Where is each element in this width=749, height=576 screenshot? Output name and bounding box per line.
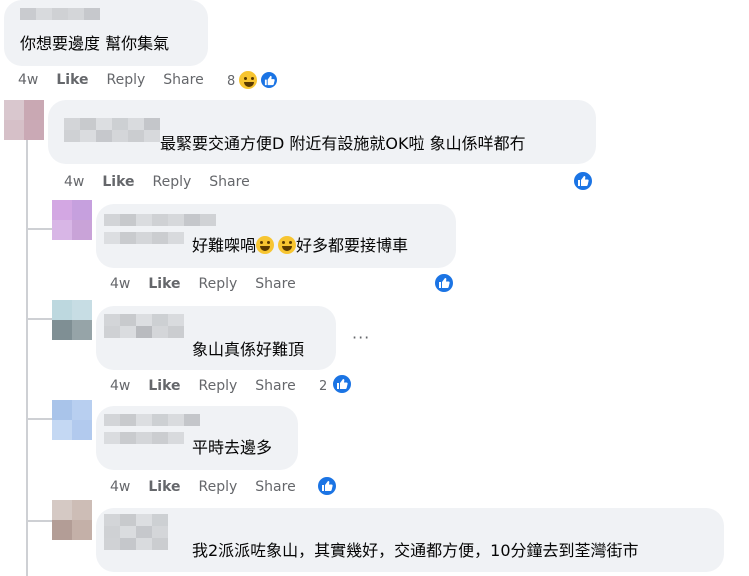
thumbs-up-icon[interactable] — [331, 373, 353, 395]
thumbs-up-icon[interactable] — [572, 170, 594, 192]
avatar[interactable] — [4, 100, 44, 140]
grin-face-icon — [278, 236, 297, 254]
thread-branch — [26, 418, 52, 420]
comment-text-part: 好難㗎喎 — [192, 236, 257, 255]
comment-text: 好難㗎喎 好多都要接博車 — [192, 236, 408, 256]
thread-branch — [26, 520, 52, 522]
reply-button[interactable]: Reply — [153, 174, 192, 190]
avatar[interactable] — [52, 200, 92, 240]
timestamp[interactable]: 4w — [110, 276, 130, 292]
comment-text: 平時去邊多 — [192, 438, 273, 457]
share-button[interactable]: Share — [255, 479, 295, 495]
share-button[interactable]: Share — [209, 174, 249, 190]
more-options-icon[interactable]: ··· — [352, 328, 370, 347]
like-button[interactable]: Like — [56, 72, 88, 88]
comment-text: 你想要邊度 幫你集氣 — [20, 34, 170, 53]
comment-actions: 4w Like Reply Share — [110, 376, 314, 396]
reaction-count[interactable]: 8 — [227, 74, 235, 89]
like-button[interactable]: Like — [102, 174, 134, 190]
reaction-count[interactable]: 2 — [319, 379, 327, 394]
author-name-blurred[interactable] — [104, 314, 184, 338]
thread-branch — [26, 228, 52, 230]
share-button[interactable]: Share — [255, 276, 295, 292]
comment-actions: 4w Like Reply Share — [110, 477, 314, 497]
reply-button[interactable]: Reply — [199, 378, 238, 394]
timestamp[interactable]: 4w — [64, 174, 84, 190]
comment-text: 最緊要交通方便D 附近有設施就OK啦 象山係咩都冇 — [160, 134, 526, 153]
comment-actions: 4w Like Reply Share — [18, 70, 222, 90]
author-name-blurred — [104, 232, 184, 244]
reply-button[interactable]: Reply — [107, 72, 146, 88]
author-name-blurred[interactable] — [104, 214, 216, 226]
author-name-blurred[interactable] — [104, 514, 168, 550]
comment-actions: 4w Like Reply Share — [64, 172, 268, 192]
thread-line — [26, 138, 28, 576]
author-name-blurred — [104, 432, 184, 444]
comment-text: 我2派派咗象山，其實幾好，交通都方便，10分鐘去到荃灣街市 — [192, 541, 639, 560]
like-button[interactable]: Like — [148, 378, 180, 394]
author-name-blurred[interactable] — [20, 8, 100, 20]
share-button[interactable]: Share — [255, 378, 295, 394]
thumbs-up-icon[interactable] — [433, 272, 455, 294]
thumbs-up-icon[interactable] — [316, 475, 338, 497]
reply-button[interactable]: Reply — [199, 479, 238, 495]
timestamp[interactable]: 4w — [110, 479, 130, 495]
comment-actions: 4w Like Reply Share — [110, 274, 314, 294]
timestamp[interactable]: 4w — [18, 72, 38, 88]
share-button[interactable]: Share — [163, 72, 203, 88]
comment-bubble — [96, 508, 724, 572]
grin-face-icon — [256, 236, 275, 254]
timestamp[interactable]: 4w — [110, 378, 130, 394]
like-button[interactable]: Like — [148, 479, 180, 495]
comment-text-part: 好多都要接博車 — [296, 236, 409, 255]
like-button[interactable]: Like — [148, 276, 180, 292]
thread-branch — [26, 318, 52, 320]
avatar[interactable] — [52, 500, 92, 540]
haha-face-icon[interactable] — [237, 69, 259, 91]
avatar[interactable] — [52, 300, 92, 340]
thumbs-up-icon[interactable] — [259, 70, 279, 90]
avatar[interactable] — [52, 400, 92, 440]
author-name-blurred[interactable] — [64, 118, 160, 142]
reply-button[interactable]: Reply — [199, 276, 238, 292]
author-name-blurred[interactable] — [104, 414, 200, 426]
comment-text: 象山真係好難頂 — [192, 340, 305, 359]
